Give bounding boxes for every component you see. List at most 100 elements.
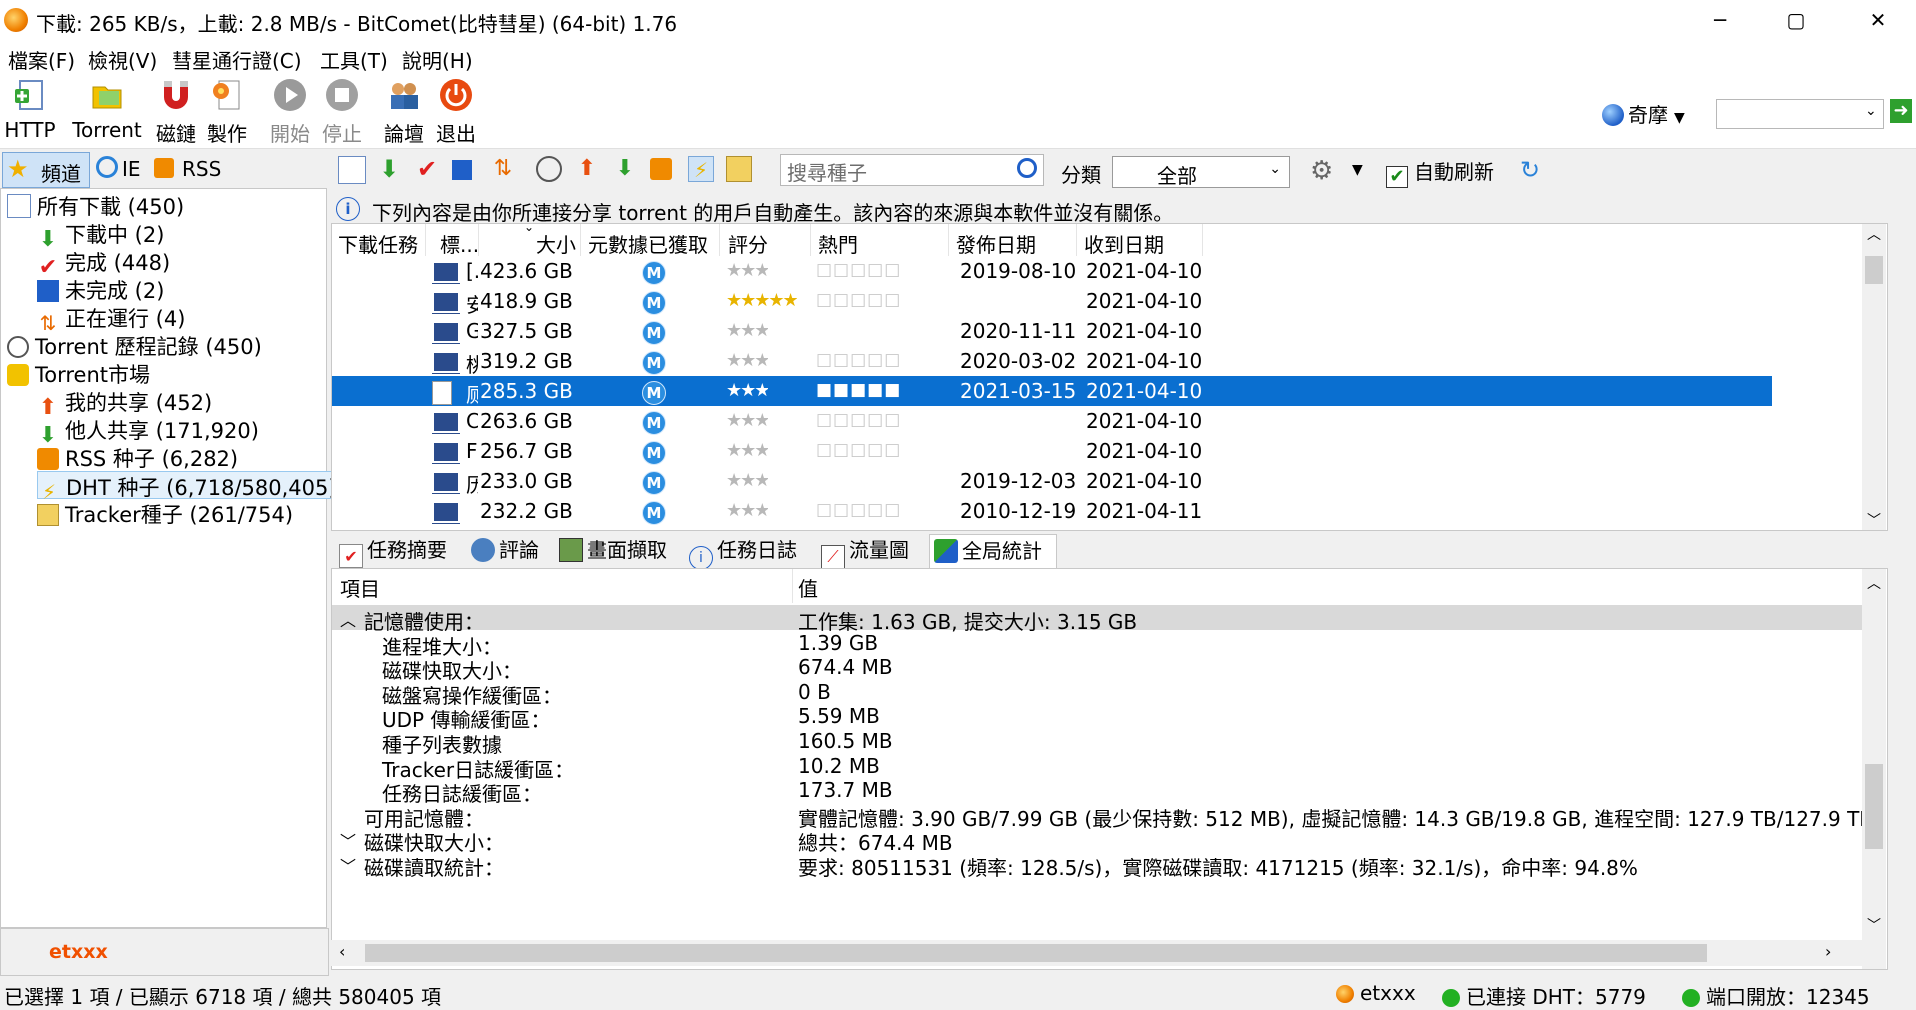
tree-item-running[interactable]: ⇅ 正在運行 (4) (37, 303, 186, 334)
scrollbar-thumb[interactable] (365, 944, 1707, 962)
stats-row[interactable]: UDP 傳輸緩衝區： 5.59 MB (332, 703, 1884, 732)
table-row[interactable]: 桃319.2 GB M ★★★ □□□□□ 2020-03-02 2021-04-10 (332, 346, 1772, 377)
user-status[interactable]: etxxx (1336, 981, 1416, 1005)
start-button[interactable]: 開始 (266, 71, 314, 148)
tab-ie[interactable]: IE (94, 152, 148, 186)
menu-tools[interactable]: 工具(T) (320, 45, 388, 74)
forum-button[interactable]: 論壇 (380, 71, 428, 148)
go-search-button[interactable]: ➜ (1890, 99, 1912, 123)
stats-row[interactable]: 可用記憶體： 實體記憶體: 3.90 GB/7.99 GB (最少保持數: 512… (332, 802, 1884, 831)
chevron-right-icon[interactable]: › (1825, 942, 1831, 961)
scrollbar-thumb[interactable] (1865, 256, 1883, 284)
chevron-down-icon[interactable]: ﹀ (340, 828, 356, 852)
maximize-button[interactable]: ▢ (1768, 0, 1824, 41)
table-row[interactable]: 安418.9 GB M ★★★★★ □□□□□ 2021-04-10 (332, 286, 1772, 317)
tab-comment[interactable]: 評論 (467, 534, 539, 567)
tree-item-tracker-seeds[interactable]: Tracker種子 (261/754) (37, 499, 293, 527)
table-row[interactable]: 厕285.3 GB M ★★★ ■■■■■ 2021-03-15 2021-04-10 (332, 376, 1772, 407)
chevron-down-icon[interactable]: ▼ (1352, 162, 1363, 178)
chevron-up-icon[interactable]: ︿ (1862, 573, 1886, 593)
user-name[interactable]: etxxx (49, 941, 108, 963)
stats-row[interactable]: Tracker日誌緩衝區： 10.2 MB (332, 753, 1884, 782)
chevron-down-icon[interactable]: ﹀ (340, 853, 356, 877)
col-title[interactable]: 標... (440, 229, 479, 258)
tab-channels[interactable]: ★ 頻道 (2, 152, 90, 188)
tree-item-incomplete[interactable]: 未完成 (2) (37, 275, 164, 303)
tab-task-log[interactable]: i 任務日誌 (685, 534, 797, 570)
table-row[interactable]: 232.2 GB M ★★★ □□□□□ 2010-12-19 2021-04-11 (332, 496, 1772, 526)
make-torrent-button[interactable]: 製作 (204, 71, 250, 148)
filter-all-icon[interactable] (338, 156, 366, 184)
category-select[interactable]: 全部 ⌄ (1112, 156, 1290, 188)
chevron-down-icon[interactable]: ⌄ (1865, 103, 1877, 119)
stats-row[interactable]: ︿ 記憶體使用： 工作集: 1.63 GB, 提交大小: 3.15 GB (332, 605, 1884, 634)
web-search-input[interactable] (1716, 99, 1884, 129)
stop-button[interactable]: 停止 (318, 71, 366, 148)
table-row[interactable]: [.423.6 GB M ★★★ □□□□□ 2019-08-10 2021-04-10 (332, 256, 1772, 286)
tab-screenshot[interactable]: 畫面擷取 (555, 534, 667, 567)
torrent-search-input[interactable]: 搜尋種子 (780, 154, 1044, 186)
col-item[interactable]: 項目 (340, 573, 380, 602)
tab-rss[interactable]: RSS (152, 152, 222, 186)
col-metadata[interactable]: 元數據已獲取 (588, 229, 708, 258)
chevron-down-icon[interactable]: ﹀ (1862, 915, 1886, 935)
tree-item-completed[interactable]: ✔ 完成 (448) (37, 247, 170, 279)
tree-item-market[interactable]: Torrent市場 (7, 359, 150, 387)
chevron-left-icon[interactable]: ‹ (339, 942, 345, 961)
filter-others-share-icon[interactable]: ⬇ (612, 156, 638, 182)
col-rating[interactable]: 評分 (728, 229, 768, 258)
stats-row[interactable]: 任務日誌緩衝區： 173.7 MB (332, 777, 1884, 806)
col-task[interactable]: 下載任務 (338, 229, 418, 258)
menu-view[interactable]: 檢視(V) (88, 45, 157, 74)
table-row[interactable]: C263.6 GB M ★★★ □□□□□ 2021-04-10 (332, 406, 1772, 436)
table-row[interactable]: G327.5 GB M ★★★ 2020-11-11 2021-04-10 (332, 316, 1772, 346)
menu-file[interactable]: 檔案(F) (8, 45, 75, 74)
menu-comet-pass[interactable]: 彗星通行證(C) (172, 45, 302, 74)
stats-row[interactable]: ﹀ 磁碟快取大小： 總共：674.4 MB (332, 826, 1884, 855)
table-row[interactable]: 历233.0 GB M ★★★ 2019-12-03 2021-04-10 (332, 466, 1772, 497)
filter-incomplete-icon[interactable] (452, 160, 472, 180)
chevron-up-icon[interactable]: ︿ (1862, 224, 1886, 244)
tree-item-all-downloads[interactable]: 所有下載 (450) (7, 191, 184, 219)
col-received[interactable]: 收到日期 (1084, 229, 1164, 258)
tree-item-my-share[interactable]: ⬆ 我的共享 (452) (37, 387, 212, 419)
settings-gear-icon[interactable]: ⚙ (1310, 156, 1333, 186)
chevron-down-icon[interactable]: ﹀ (1862, 510, 1886, 530)
tree-item-rss-seeds[interactable]: RSS 种子 (6,282) (37, 443, 238, 471)
auto-refresh-checkbox[interactable]: ✔ 自動刷新 (1386, 156, 1494, 188)
stats-horizontal-scrollbar[interactable]: ‹ › (331, 940, 1886, 966)
tree-item-others-share[interactable]: ⬇ 他人共享 (171,920) (37, 415, 259, 447)
http-button[interactable]: HTTP (2, 71, 58, 148)
filter-tracker-icon[interactable] (726, 156, 752, 182)
tab-global-stats[interactable]: 全局統計 (929, 534, 1057, 568)
tree-item-dht-seeds[interactable]: ⚡ DHT 种子 (6,718/580,405) (37, 471, 340, 503)
tab-summary[interactable]: ✔ 任務摘要 (335, 534, 447, 568)
col-value[interactable]: 值 (798, 573, 818, 602)
menu-help[interactable]: 說明(H) (402, 45, 473, 74)
search-engine-select[interactable]: 奇摩 ▼ (1602, 99, 1685, 127)
filter-rss-icon[interactable] (650, 158, 672, 180)
close-button[interactable]: ✕ (1850, 0, 1906, 41)
stats-row[interactable]: 種子列表數據 160.5 MB (332, 728, 1884, 757)
stats-row[interactable]: 磁盤寫操作緩衝區： 0 B (332, 679, 1884, 708)
scrollbar-thumb[interactable] (1865, 764, 1883, 849)
search-icon[interactable] (1017, 158, 1037, 178)
filter-dht-icon[interactable]: ⚡ (688, 156, 714, 182)
col-published[interactable]: 發佈日期 (956, 229, 1036, 258)
tree-item-downloading[interactable]: ⬇ 下載中 (2) (37, 219, 165, 251)
filter-completed-icon[interactable]: ✔ (414, 156, 440, 182)
exit-button[interactable]: 退出 (432, 71, 480, 148)
stats-row[interactable]: 進程堆大小： 1.39 GB (332, 630, 1884, 659)
magnet-button[interactable]: 磁鏈 (154, 71, 198, 148)
tab-traffic-chart[interactable]: ⟋ 流量圖 (817, 534, 909, 569)
filter-history-icon[interactable] (536, 156, 562, 182)
tree-item-history[interactable]: Torrent 歷程記錄 (450) (7, 331, 262, 359)
filter-my-share-icon[interactable]: ⬆ (574, 156, 600, 182)
stats-scrollbar[interactable]: ︿ ﹀ (1862, 569, 1886, 969)
filter-downloading-icon[interactable]: ⬇ (376, 156, 402, 182)
chevron-up-icon[interactable]: ︿ (340, 607, 356, 631)
refresh-icon[interactable]: ↻ (1520, 156, 1540, 184)
col-size[interactable]: 大小 (536, 229, 576, 258)
stats-row[interactable]: ﹀ 磁碟讀取統計： 要求: 80511531 (頻率: 128.5/s)，實際磁碟讀… (332, 851, 1884, 880)
list-scrollbar[interactable]: ︿ ﹀ (1862, 224, 1886, 530)
